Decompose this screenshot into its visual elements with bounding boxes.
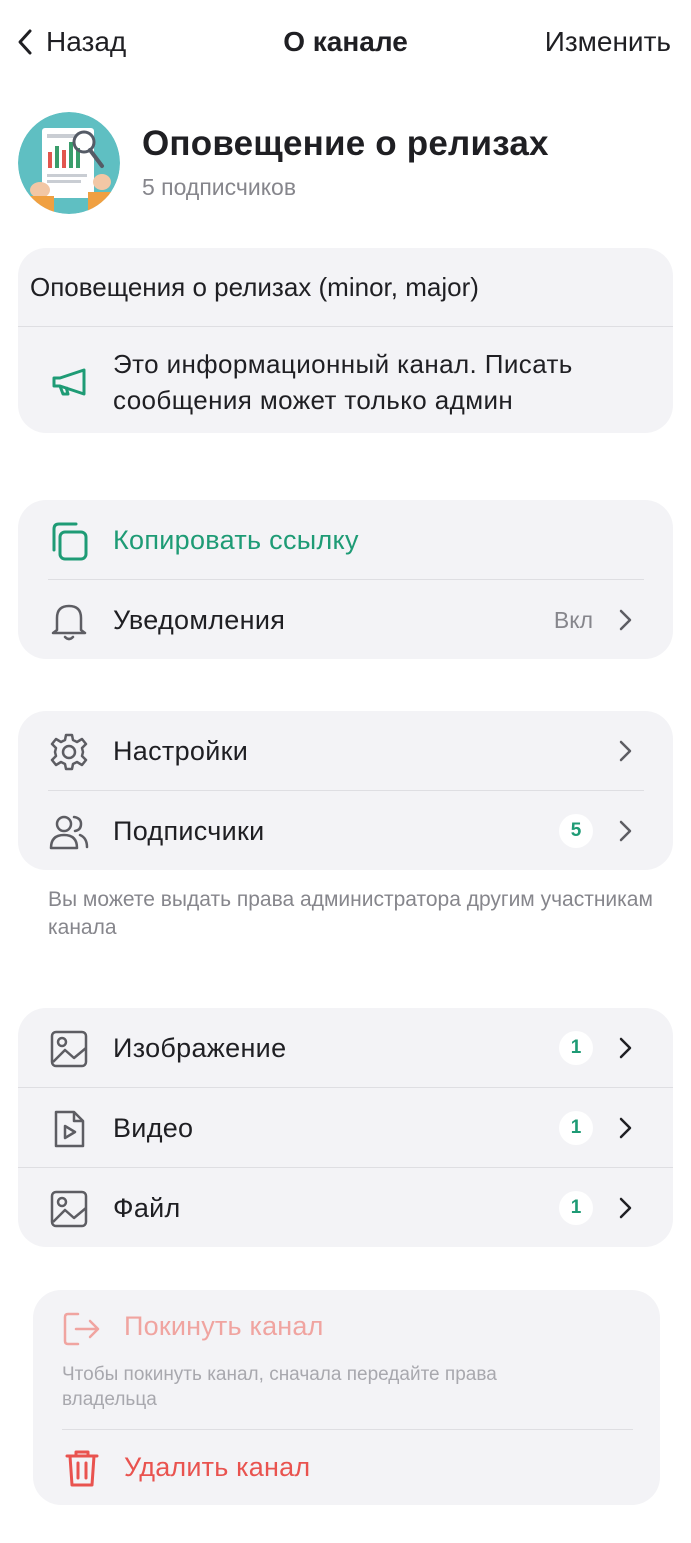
media-row-video[interactable]: Видео 1 [18, 1088, 673, 1168]
trash-icon [65, 1450, 99, 1487]
users-icon [49, 815, 89, 850]
image-icon [50, 1190, 88, 1228]
divider [18, 326, 673, 327]
subscribers-row[interactable]: Подписчики 5 [18, 791, 673, 871]
media-row-images[interactable]: Изображение 1 [18, 1008, 673, 1088]
channel-description: Оповещения о релизах (minor, major) [30, 272, 479, 302]
media-label: Изображение [113, 1033, 287, 1063]
bell-icon [51, 604, 87, 641]
channel-name: Оповещение о релизах [142, 124, 549, 163]
admin-rights-hint: Вы можете выдать права администратора др… [48, 888, 653, 939]
leave-channel-button[interactable]: Покинуть канал [124, 1311, 324, 1342]
chevron-right-icon [619, 1117, 632, 1139]
media-count-badge: 1 [559, 1031, 593, 1065]
subscribers-label: Подписчики [113, 816, 265, 846]
channel-info-text: Это информационный канал. Писать сообщен… [113, 349, 573, 415]
nav-header: Назад О канале Изменить [0, 0, 691, 84]
delete-channel-button[interactable]: Удалить канал [124, 1452, 310, 1483]
edit-button[interactable]: Изменить [545, 22, 671, 62]
chevron-right-icon [619, 1197, 632, 1219]
chevron-right-icon [619, 609, 632, 631]
megaphone-icon [52, 368, 86, 396]
media-count-badge: 1 [559, 1111, 593, 1145]
media-label: Файл [113, 1193, 181, 1223]
subscriber-count: 5 подписчиков [142, 174, 297, 200]
leave-channel-hint: Чтобы покинуть канал, сначала передайте … [62, 1364, 497, 1410]
copy-icon [52, 522, 88, 561]
notifications-value: Вкл [553, 607, 593, 633]
copy-link-button[interactable]: Копировать ссылку [18, 500, 673, 580]
channel-avatar[interactable] [18, 112, 120, 214]
video-file-icon [54, 1110, 85, 1148]
notifications-row[interactable]: Уведомления Вкл [18, 580, 673, 660]
chevron-right-icon [619, 740, 632, 762]
copy-link-label: Копировать ссылку [113, 525, 359, 555]
notifications-label: Уведомления [113, 605, 286, 635]
media-row-files[interactable]: Файл 1 [18, 1168, 673, 1248]
settings-label: Настройки [113, 736, 249, 766]
gear-icon [50, 733, 88, 771]
media-label: Видео [113, 1113, 194, 1143]
settings-row[interactable]: Настройки [18, 711, 673, 791]
subscribers-count-badge: 5 [559, 814, 593, 848]
chevron-right-icon [619, 1037, 632, 1059]
exit-icon [63, 1312, 100, 1346]
chevron-right-icon [619, 820, 632, 842]
divider [62, 1429, 633, 1430]
image-icon [50, 1030, 88, 1068]
media-count-badge: 1 [559, 1191, 593, 1225]
